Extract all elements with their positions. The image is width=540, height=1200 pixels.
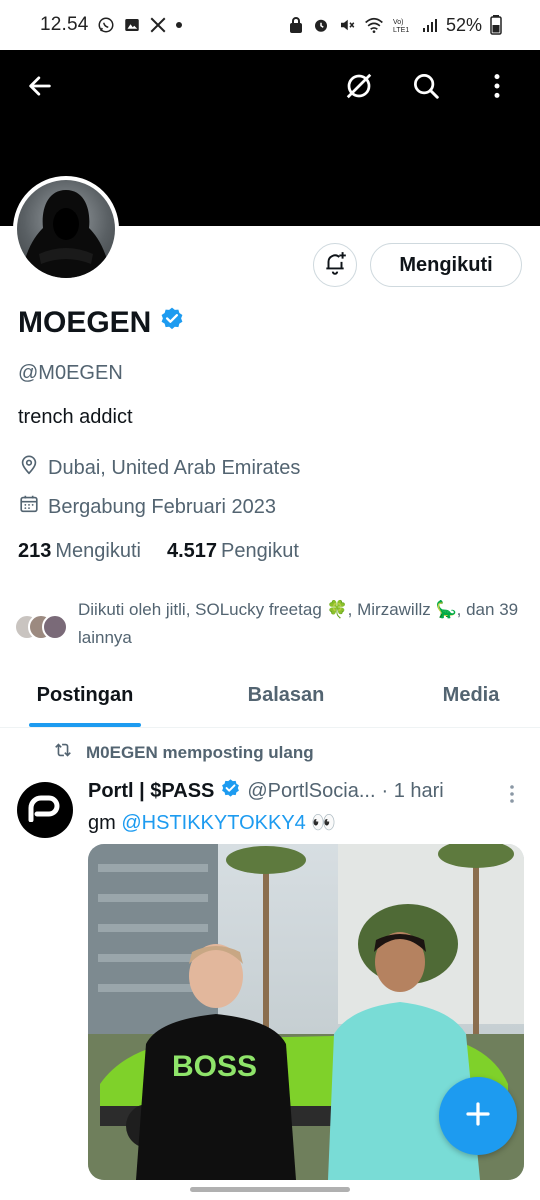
post-more-icon[interactable] (502, 782, 522, 806)
wifi-icon (364, 16, 384, 34)
verified-badge-icon (220, 778, 241, 805)
home-gesture-handle[interactable] (190, 1187, 350, 1192)
profile-handle: @M0EGEN (18, 362, 123, 384)
profile-name: MOEGEN (18, 306, 152, 339)
post-text: gm @HSTIKKYTOKKY4 👀 (88, 810, 336, 835)
joined-text: Bergabung Februari 2023 (48, 495, 276, 518)
repost-indicator: M0EGEN memposting ulang (52, 740, 314, 765)
post-time[interactable]: · 1 hari (382, 780, 444, 803)
profile-avatar[interactable] (13, 176, 119, 282)
profile-bio: trench addict (18, 406, 133, 428)
followed-by-avatars (14, 596, 68, 652)
volte-lte-icon: Vo) LTE1 (392, 16, 414, 34)
svg-text:Vo): Vo) (393, 19, 404, 26)
profile-joined: Bergabung Februari 2023 (18, 493, 276, 521)
alarm-icon (312, 16, 330, 34)
post-author-avatar[interactable] (17, 782, 73, 838)
svg-text:LTE1: LTE1 (393, 27, 409, 34)
location-pin-icon (18, 454, 40, 482)
bell-plus-icon (322, 250, 348, 281)
dot-icon (175, 21, 183, 29)
mute-icon (338, 16, 356, 34)
tab-media[interactable]: Media (402, 672, 540, 727)
back-arrow-icon[interactable] (24, 70, 56, 102)
location-text: Dubai, United Arab Emirates (48, 456, 301, 479)
post-author-handle[interactable]: @PortlSocia... (247, 780, 375, 803)
follower-avatar (42, 614, 68, 640)
followers-count: 4.517 (166, 540, 218, 562)
grok-icon[interactable] (343, 70, 375, 102)
battery-icon (490, 15, 502, 35)
followers-stat[interactable]: 4.517 Pengikut (167, 540, 299, 563)
profile-tabs: Postingan Balasan Media (0, 672, 540, 728)
following-count: 213 (18, 540, 52, 562)
plus-icon (463, 1099, 493, 1134)
shirt-text: BOSS (172, 1050, 257, 1083)
repost-label: M0EGEN memposting ulang (86, 742, 314, 762)
hooded-figure-image (17, 180, 115, 278)
status-bar: 12.54 Vo) LTE1 52% (0, 0, 540, 50)
status-time: 12.54 (40, 14, 89, 35)
portl-logo-icon (27, 794, 63, 827)
gallery-icon (123, 16, 141, 34)
repost-icon (52, 740, 74, 765)
post-text-prefix: gm (88, 812, 116, 834)
tab-replies[interactable]: Balasan (170, 672, 402, 727)
compose-post-button[interactable] (439, 1077, 517, 1155)
whatsapp-icon (97, 16, 115, 34)
lock-icon (288, 16, 304, 34)
post-author-name[interactable]: Portl | $PASS (88, 780, 214, 803)
post-mention-link[interactable]: @HSTIKKYTOKKY4 (121, 812, 305, 834)
battery-percent: 52% (445, 14, 482, 35)
followed-by-row[interactable]: Diikuti oleh jitli, SOLucky freetag 🍀, M… (14, 596, 524, 652)
following-button[interactable]: Mengikuti (370, 243, 522, 287)
x-logo-icon (149, 16, 167, 34)
notification-bell-button[interactable] (313, 243, 357, 287)
calendar-icon (18, 493, 40, 521)
followers-label: Pengikut (221, 540, 299, 562)
profile-stats: 213 Mengikuti 4.517 Pengikut (18, 540, 299, 563)
tab-posts[interactable]: Postingan (0, 672, 170, 727)
followed-by-text: Diikuti oleh jitli, SOLucky freetag 🍀, M… (78, 600, 519, 647)
profile-name-row: MOEGEN (18, 306, 185, 340)
profile-location: Dubai, United Arab Emirates (18, 454, 300, 482)
post-emoji: 👀 (311, 812, 337, 834)
following-stat[interactable]: 213 Mengikuti (18, 540, 141, 563)
search-icon[interactable] (410, 70, 442, 102)
signal-icon (422, 17, 438, 33)
following-label: Mengikuti (55, 540, 141, 562)
post-header: Portl | $PASS @PortlSocia... · 1 hari (88, 778, 498, 805)
more-vertical-icon[interactable] (481, 70, 513, 102)
verified-badge-icon (159, 306, 185, 340)
